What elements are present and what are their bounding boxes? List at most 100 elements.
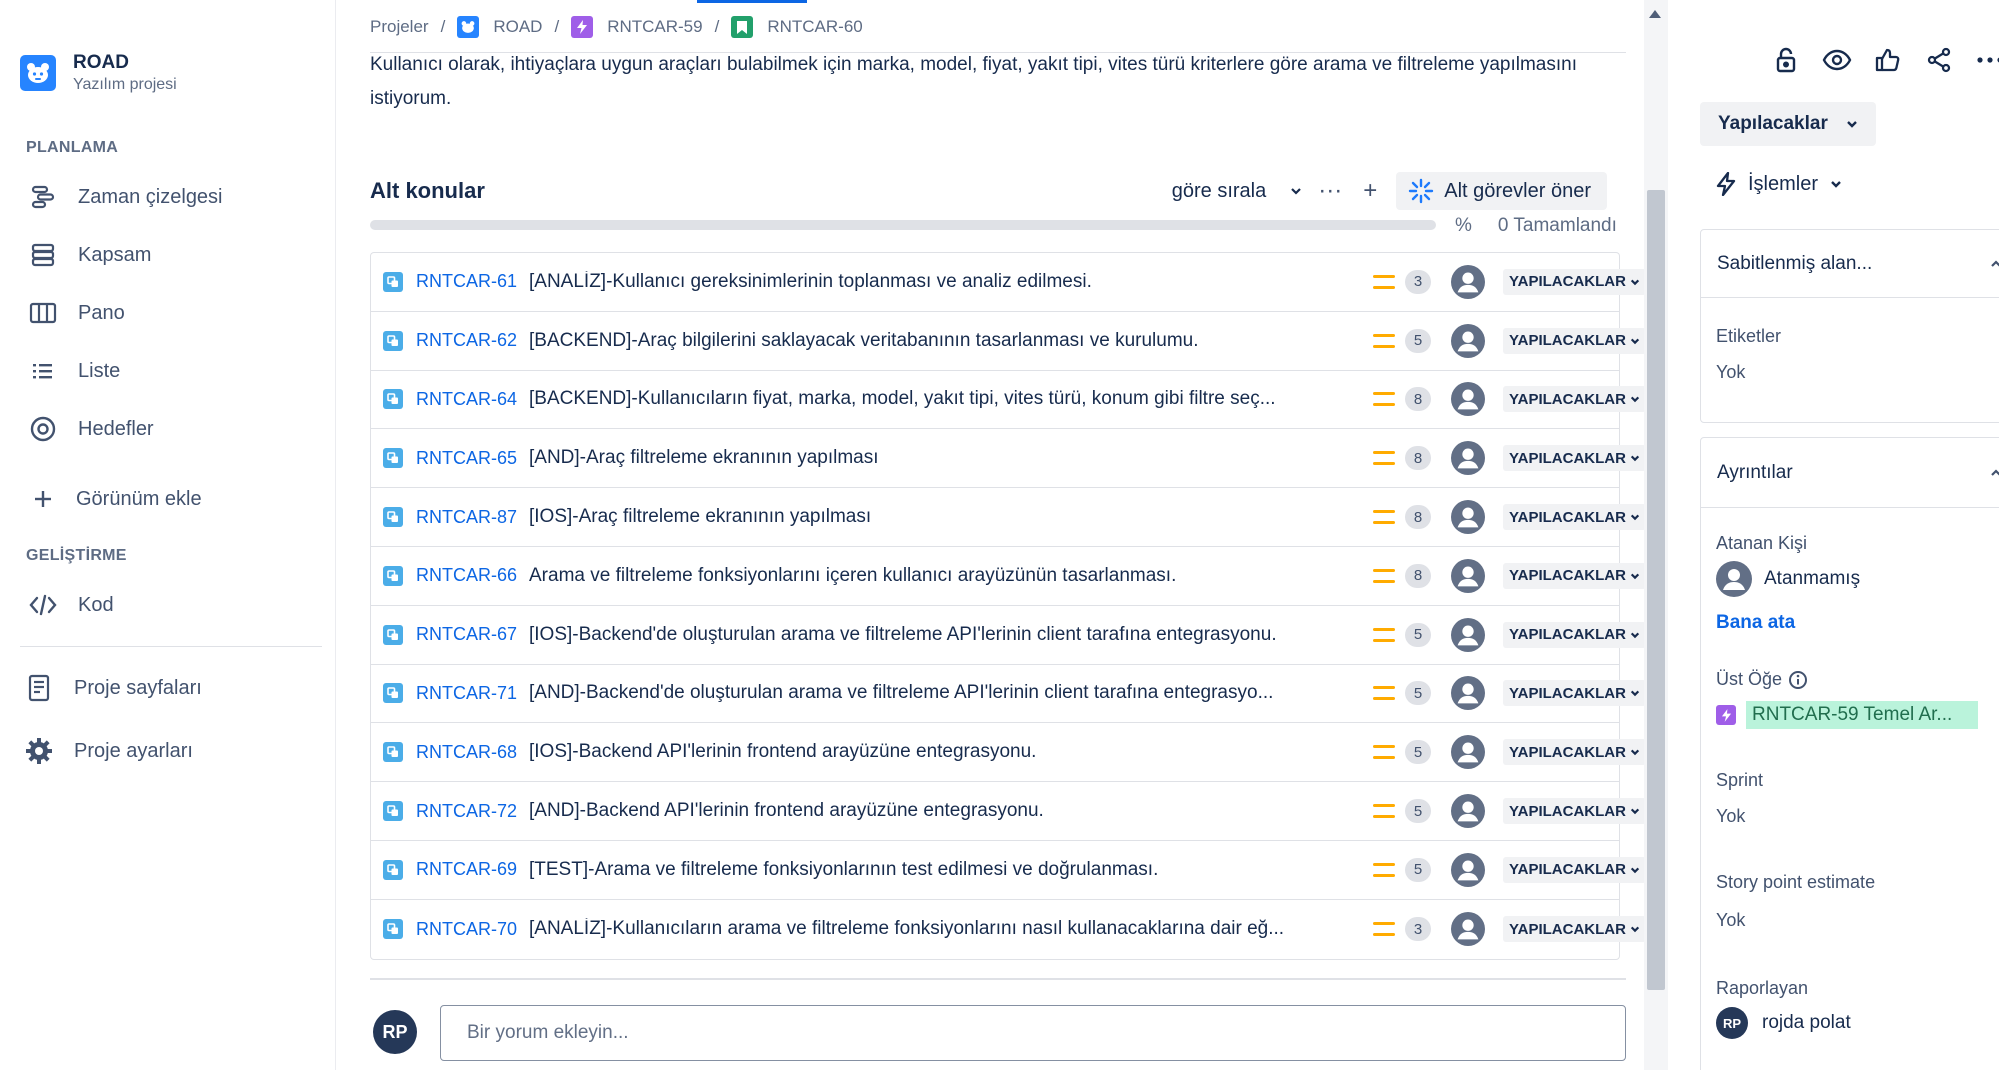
subtask-summary[interactable]: [ANALİZ]-Kullanıcıların arama ve filtrel… bbox=[529, 918, 1339, 940]
status-dropdown[interactable]: YAPILACAKLAR bbox=[1503, 562, 1646, 589]
pinned-fields-header[interactable]: Sabitlenmiş alan... bbox=[1701, 230, 1999, 298]
sprint-field-value[interactable]: Yok bbox=[1716, 806, 1745, 827]
subtask-key[interactable]: RNTCAR-72 bbox=[416, 801, 517, 822]
subtask-row[interactable]: RNTCAR-72 [AND]-Backend API'lerinin front… bbox=[371, 782, 1646, 841]
subtask-row[interactable]: RNTCAR-71 [AND]-Backend'de oluşturulan ar… bbox=[371, 665, 1646, 724]
unassigned-avatar-icon[interactable] bbox=[1451, 323, 1485, 358]
subtask-key[interactable]: RNTCAR-87 bbox=[416, 507, 517, 528]
unassigned-avatar-icon[interactable] bbox=[1451, 735, 1485, 770]
sort-dropdown[interactable]: göre sırala bbox=[1164, 180, 1311, 203]
unassigned-avatar-icon[interactable] bbox=[1451, 617, 1485, 652]
info-icon[interactable] bbox=[1788, 670, 1808, 690]
subtask-key[interactable]: RNTCAR-69 bbox=[416, 859, 517, 880]
status-dropdown[interactable]: YAPILACAKLAR bbox=[1503, 739, 1646, 766]
sidebar-item-project-pages[interactable]: Proje sayfaları bbox=[22, 668, 202, 708]
status-dropdown[interactable]: YAPILACAKLAR bbox=[1503, 327, 1646, 354]
sidebar-item-code[interactable]: Kod bbox=[26, 585, 114, 625]
subtasks-table: RNTCAR-61 [ANALİZ]-Kullanıcı gereksinimle… bbox=[370, 252, 1646, 960]
more-options-button[interactable]: ··· bbox=[1310, 172, 1350, 210]
subtask-row[interactable]: RNTCAR-62 [BACKEND]-Araç bilgilerini sakl… bbox=[371, 312, 1646, 371]
subtask-key[interactable]: RNTCAR-67 bbox=[416, 624, 517, 645]
unassigned-avatar-icon[interactable] bbox=[1451, 558, 1485, 593]
subtask-summary[interactable]: [ANALİZ]-Kullanıcı gereksinimlerinin top… bbox=[529, 271, 1339, 293]
subtask-row[interactable]: RNTCAR-67 [IOS]-Backend'de oluşturulan ar… bbox=[371, 606, 1646, 665]
status-dropdown[interactable]: YAPILACAKLAR bbox=[1503, 445, 1646, 472]
issue-description[interactable]: Kullanıcı olarak, ihtiyaçlara uygun araç… bbox=[370, 48, 1620, 116]
unassigned-avatar-icon[interactable] bbox=[1451, 500, 1485, 535]
story-point-field-value[interactable]: Yok bbox=[1716, 910, 1745, 931]
subtask-key[interactable]: RNTCAR-68 bbox=[416, 742, 517, 763]
subtask-row[interactable]: RNTCAR-69 [TEST]-Arama ve filtreleme fonk… bbox=[371, 841, 1646, 900]
subtask-summary[interactable]: [AND]-Backend'de oluşturulan arama ve fi… bbox=[529, 682, 1339, 704]
breadcrumb-project[interactable]: ROAD bbox=[457, 16, 542, 38]
status-dropdown[interactable]: YAPILACAKLAR bbox=[1503, 798, 1646, 825]
suggest-subtasks-button[interactable]: Alt görevler öner bbox=[1396, 172, 1607, 210]
watch-icon[interactable] bbox=[1819, 42, 1855, 78]
sidebar-item-timeline[interactable]: Zaman çizelgesi bbox=[26, 177, 223, 217]
subtask-row[interactable]: RNTCAR-61 [ANALİZ]-Kullanıcı gereksinimle… bbox=[371, 253, 1646, 312]
subtask-key[interactable]: RNTCAR-71 bbox=[416, 683, 517, 704]
breadcrumb-projects[interactable]: Projeler bbox=[370, 17, 429, 37]
unassigned-avatar-icon[interactable] bbox=[1451, 676, 1485, 711]
subtask-row[interactable]: RNTCAR-66 Arama ve filtreleme fonksiyonla… bbox=[371, 547, 1646, 606]
subtask-row[interactable]: RNTCAR-68 [IOS]-Backend API'lerinin front… bbox=[371, 723, 1646, 783]
subtask-key[interactable]: RNTCAR-66 bbox=[416, 565, 517, 586]
details-header[interactable]: Ayrıntılar bbox=[1701, 438, 1999, 508]
status-dropdown[interactable]: YAPILACAKLAR bbox=[1503, 680, 1646, 707]
labels-field-value[interactable]: Yok bbox=[1716, 362, 1745, 383]
subtask-summary[interactable]: [AND]-Araç filtreleme ekranının yapılmas… bbox=[529, 447, 1339, 469]
sidebar-item-backlog[interactable]: Kapsam bbox=[26, 235, 151, 275]
unassigned-avatar-icon[interactable] bbox=[1451, 441, 1485, 476]
status-dropdown[interactable]: YAPILACAKLAR bbox=[1503, 386, 1646, 413]
subtask-key[interactable]: RNTCAR-62 bbox=[416, 330, 517, 351]
like-icon[interactable] bbox=[1870, 42, 1906, 78]
subtask-row[interactable]: RNTCAR-64 [BACKEND]-Kullanıcıların fiyat,… bbox=[371, 371, 1646, 430]
sidebar-item-add-view[interactable]: Görünüm ekle bbox=[26, 479, 202, 519]
breadcrumb-epic[interactable]: RNTCAR-59 bbox=[571, 16, 703, 38]
sidebar-item-list[interactable]: Liste bbox=[26, 351, 120, 391]
subtask-summary[interactable]: [IOS]-Backend API'lerinin frontend arayü… bbox=[529, 741, 1339, 763]
sidebar-item-project-settings[interactable]: Proje ayarları bbox=[22, 731, 193, 771]
lock-icon[interactable] bbox=[1768, 42, 1804, 78]
unassigned-avatar-icon[interactable] bbox=[1451, 852, 1485, 887]
add-subtask-button[interactable]: + bbox=[1350, 172, 1390, 210]
share-icon[interactable] bbox=[1921, 42, 1957, 78]
subtask-summary[interactable]: [BACKEND]-Araç bilgilerini saklayacak ve… bbox=[529, 330, 1339, 352]
status-dropdown[interactable]: YAPILACAKLAR bbox=[1503, 916, 1646, 943]
subtask-key[interactable]: RNTCAR-61 bbox=[416, 271, 517, 292]
status-dropdown[interactable]: YAPILACAKLAR bbox=[1503, 856, 1646, 883]
subtask-key[interactable]: RNTCAR-70 bbox=[416, 919, 517, 940]
actions-dropdown[interactable]: İşlemler bbox=[1716, 172, 1842, 196]
status-dropdown[interactable]: YAPILACAKLAR bbox=[1503, 268, 1646, 295]
unassigned-avatar-icon[interactable] bbox=[1451, 912, 1485, 947]
unassigned-avatar-icon[interactable] bbox=[1451, 794, 1485, 829]
status-dropdown[interactable]: YAPILACAKLAR bbox=[1503, 621, 1646, 648]
subtask-key[interactable]: RNTCAR-64 bbox=[416, 389, 517, 410]
subtask-summary[interactable]: [IOS]-Araç filtreleme ekranının yapılmas… bbox=[529, 506, 1339, 528]
main-scrollbar-thumb[interactable] bbox=[1647, 190, 1665, 990]
subtask-summary[interactable]: [IOS]-Backend'de oluşturulan arama ve fi… bbox=[529, 624, 1339, 646]
sidebar-item-goals[interactable]: Hedefler bbox=[26, 409, 154, 449]
subtask-row[interactable]: RNTCAR-65 [AND]-Araç filtreleme ekranının… bbox=[371, 429, 1646, 489]
parent-link[interactable]: RNTCAR-59 Temel Ar... bbox=[1746, 701, 1978, 729]
reporter-field[interactable]: RP rojda polat bbox=[1716, 1007, 1851, 1039]
scroll-up-arrow-icon[interactable] bbox=[1649, 10, 1661, 18]
status-dropdown[interactable]: YAPILACAKLAR bbox=[1503, 504, 1646, 531]
subtask-summary[interactable]: [AND]-Backend API'lerinin frontend arayü… bbox=[529, 800, 1339, 822]
more-icon[interactable] bbox=[1972, 42, 1999, 78]
subtask-row[interactable]: RNTCAR-70 [ANALİZ]-Kullanıcıların arama v… bbox=[371, 900, 1646, 959]
breadcrumb-story[interactable]: RNTCAR-60 bbox=[731, 16, 863, 38]
project-header[interactable]: ROAD Yazılım projesi bbox=[20, 52, 177, 94]
subtask-summary[interactable]: [BACKEND]-Kullanıcıların fiyat, marka, m… bbox=[529, 388, 1339, 410]
comment-input[interactable] bbox=[440, 1005, 1626, 1061]
subtask-key[interactable]: RNTCAR-65 bbox=[416, 448, 517, 469]
subtask-summary[interactable]: [TEST]-Arama ve filtreleme fonksiyonları… bbox=[529, 859, 1339, 881]
sidebar-item-board[interactable]: Pano bbox=[26, 293, 125, 333]
subtask-row[interactable]: RNTCAR-87 [IOS]-Araç filtreleme ekranının… bbox=[371, 488, 1646, 547]
status-dropdown[interactable]: Yapılacaklar bbox=[1700, 102, 1876, 146]
unassigned-avatar-icon[interactable] bbox=[1451, 382, 1485, 417]
assign-to-me-link[interactable]: Bana ata bbox=[1716, 612, 1795, 634]
assignee-field[interactable]: Atanmamış bbox=[1716, 561, 1860, 597]
subtask-summary[interactable]: Arama ve filtreleme fonksiyonlarını içer… bbox=[529, 565, 1339, 587]
unassigned-avatar-icon[interactable] bbox=[1451, 264, 1485, 299]
